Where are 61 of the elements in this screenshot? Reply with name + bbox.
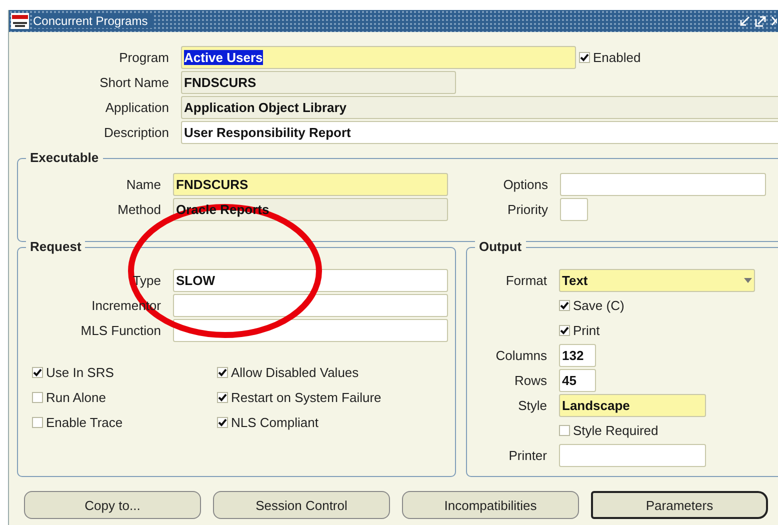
maximize-icon[interactable] — [755, 15, 767, 27]
text-field[interactable]: SLOW — [173, 269, 448, 292]
field-label: Rows — [514, 373, 547, 388]
close-icon[interactable] — [771, 15, 777, 27]
dropdown[interactable]: Text — [559, 269, 755, 292]
caret-icon — [744, 278, 752, 283]
checkbox[interactable] — [217, 366, 228, 378]
group-title: Request — [26, 239, 86, 254]
checkbox-label: Allow Disabled Values — [231, 364, 359, 380]
action-button[interactable]: Parameters — [591, 491, 768, 519]
field-label: Style — [518, 398, 547, 413]
field-label: Priority — [508, 202, 548, 217]
field-label: Printer — [508, 448, 547, 463]
field-label: Program — [119, 50, 169, 65]
checkbox-label: Enable Trace — [46, 414, 123, 430]
field-label: Application — [105, 100, 169, 115]
checkbox-label: Run Alone — [46, 390, 106, 404]
group-title: Output — [475, 239, 526, 254]
app-icon — [11, 13, 29, 29]
text-field[interactable] — [559, 444, 706, 467]
checkbox-label: Style Required — [573, 423, 658, 438]
checkbox[interactable] — [32, 416, 43, 428]
action-button[interactable]: Incompatibilities — [402, 491, 579, 519]
checkbox-label: Enabled — [593, 50, 641, 65]
text-field[interactable] — [560, 198, 588, 221]
checkbox[interactable] — [559, 300, 570, 311]
checkbox[interactable] — [32, 392, 43, 402]
action-button[interactable]: Copy to... — [24, 491, 201, 519]
text-field[interactable] — [173, 294, 448, 317]
field-label: Method — [118, 202, 161, 217]
text-field[interactable]: Landscape — [559, 394, 706, 417]
checkbox[interactable] — [217, 416, 228, 428]
checkbox[interactable] — [579, 52, 590, 63]
text-field[interactable]: 132 — [559, 344, 596, 367]
text-field[interactable]: FNDSCURS — [173, 173, 448, 196]
text-field[interactable]: Application Object Library — [181, 96, 778, 119]
minimize-icon[interactable] — [739, 15, 751, 27]
checkbox-label: Save (C) — [573, 298, 624, 313]
group-title: Executable — [26, 150, 103, 165]
field-label: Description — [104, 125, 169, 140]
action-button[interactable]: Session Control — [213, 491, 390, 519]
text-field[interactable]: FNDSCURS — [181, 71, 456, 94]
window-title: Concurrent Programs — [33, 14, 154, 28]
text-field[interactable]: User Responsibility Report — [181, 121, 778, 144]
checkbox-label: NLS Compliant — [231, 414, 318, 430]
field-label: Name — [126, 177, 161, 192]
checkbox[interactable] — [217, 392, 228, 402]
checkbox-label: Use In SRS — [46, 364, 114, 380]
checkbox[interactable] — [559, 425, 570, 436]
field-label: Format — [506, 273, 547, 288]
checkbox-label: Restart on System Failure — [231, 390, 382, 404]
checkbox[interactable] — [32, 366, 43, 378]
field-label: Short Name — [100, 75, 169, 90]
text-field[interactable]: 45 — [559, 369, 596, 392]
text-field[interactable] — [560, 173, 766, 196]
field-label: Columns — [496, 348, 547, 363]
checkbox-label: Print — [573, 323, 600, 338]
field-label: MLS Function — [80, 323, 161, 338]
checkbox[interactable] — [559, 325, 570, 336]
text-field[interactable]: Active Users — [181, 46, 576, 69]
field-label: Options — [503, 177, 548, 192]
